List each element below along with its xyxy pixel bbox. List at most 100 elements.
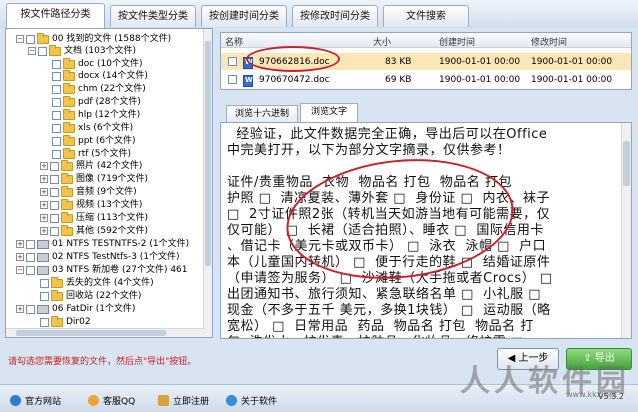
tree-checkbox[interactable] — [52, 71, 61, 81]
tree-node[interactable]: +01 NTFS TESTNTFS-2 (1个文件) — [16, 238, 189, 250]
folder-icon — [49, 44, 61, 56]
tree-node[interactable]: + 音频 (9个文件) — [40, 185, 137, 198]
customer-qq-link[interactable]: 客服QQ — [88, 394, 135, 407]
tree-node[interactable]: hlp (12个文件) — [52, 108, 140, 121]
tree-checkbox[interactable] — [52, 123, 61, 133]
tree-checkbox[interactable] — [52, 110, 61, 120]
tree-checkbox[interactable] — [40, 278, 49, 288]
tree-node-label: 照片 (42个文件) — [76, 161, 143, 171]
tree-checkbox[interactable] — [38, 46, 47, 56]
file-checkbox[interactable] — [228, 75, 237, 84]
expand-icon[interactable]: + — [16, 240, 24, 248]
tree-checkbox[interactable] — [40, 291, 49, 301]
tab-preview-text[interactable]: 浏览文字 — [300, 103, 358, 122]
tree-checkbox[interactable] — [40, 317, 49, 327]
tree-node[interactable]: +02 NTFS TestNtfs-3 (1个文件) — [16, 251, 180, 263]
tree-checkbox[interactable] — [50, 187, 59, 197]
tree-node-label: 00 找到的文件 (1588个文件) — [52, 34, 172, 44]
scrollbar-thumb[interactable] — [623, 141, 630, 186]
about-link[interactable]: 关于软件 — [226, 394, 277, 407]
tree-checkbox[interactable] — [26, 252, 35, 262]
column-modified[interactable]: 修改时间 — [531, 35, 567, 48]
tree-checkbox[interactable] — [26, 304, 35, 314]
tree-node[interactable]: +06 FatDir (1个文件) — [16, 303, 135, 315]
tree-checkbox[interactable] — [50, 174, 59, 184]
tab-preview-hex[interactable]: 浏览十六进制 — [226, 105, 298, 122]
collapse-icon[interactable]: − — [16, 35, 24, 43]
folder-icon — [51, 315, 63, 327]
tree-checkbox[interactable] — [50, 200, 59, 210]
tab-by-created-time[interactable]: 按创建时间分类 — [201, 5, 287, 27]
tree-node[interactable]: + 图像 (719个文件) — [40, 172, 149, 185]
file-modified: 1900-01-01 00:00 — [531, 75, 613, 85]
tree-node-label: 06 FatDir (1个文件) — [52, 304, 136, 314]
tree-checkbox[interactable] — [50, 161, 59, 171]
tree-checkbox[interactable] — [26, 239, 35, 249]
expand-icon[interactable]: + — [40, 214, 48, 222]
tree-checkbox[interactable] — [26, 34, 35, 44]
tree-node[interactable]: rtf (5个文件) — [52, 147, 131, 160]
scrollbar-thumb[interactable] — [16, 330, 166, 336]
expand-icon[interactable]: + — [40, 175, 48, 183]
tree-checkbox[interactable] — [50, 213, 59, 223]
tree-node[interactable]: doc (10个文件) — [52, 57, 143, 70]
tree-node[interactable]: xls (6个文件) — [52, 121, 133, 134]
tree-vertical-scrollbar[interactable] — [203, 29, 212, 337]
folder-icon — [61, 172, 73, 184]
word-doc-icon — [243, 75, 253, 87]
tree-node[interactable]: − 文档 (103个文件) — [28, 44, 136, 57]
tree-node[interactable]: − 03 NTFS 新加卷 (27个文件) 461 — [16, 264, 188, 276]
tree-node[interactable]: Dir02 — [40, 315, 91, 328]
tree-checkbox[interactable] — [52, 84, 61, 94]
file-name: 970670472.doc — [259, 75, 330, 85]
tree-node[interactable]: pdf (28个文件) — [52, 95, 141, 108]
tree-checkbox[interactable] — [52, 136, 61, 146]
tree-node[interactable]: chm (22个文件) — [52, 82, 146, 95]
register-link[interactable]: 立即注册 — [158, 394, 209, 407]
folder-icon — [51, 276, 63, 288]
tab-file-search[interactable]: 文件搜索 — [383, 5, 469, 27]
tree-checkbox[interactable] — [52, 59, 61, 69]
tab-by-path[interactable]: 按文件路径分类 — [6, 3, 105, 28]
tree-horizontal-scrollbar[interactable] — [6, 328, 205, 337]
file-checkbox[interactable] — [228, 57, 237, 66]
scrollbar-thumb[interactable] — [205, 41, 211, 266]
tree-node[interactable]: + 照片 (42个文件) — [40, 159, 143, 172]
official-site-link[interactable]: 官方网站 — [10, 394, 61, 407]
tree-checkbox[interactable] — [50, 226, 59, 236]
tree-node[interactable]: + 视频 (13个文件) — [40, 198, 142, 211]
tree-node[interactable]: + 压缩 (113个文件) — [40, 211, 148, 224]
tree-node[interactable]: docx (14个文件) — [52, 69, 148, 82]
expand-icon[interactable]: + — [40, 227, 48, 235]
collapse-icon[interactable]: − — [16, 266, 24, 274]
expand-icon[interactable]: + — [16, 305, 24, 313]
preview-scrollbar[interactable] — [621, 123, 631, 338]
expand-icon[interactable]: + — [40, 188, 48, 196]
tree-node[interactable]: + 其他 (592个文件) — [40, 224, 149, 237]
tree-checkbox[interactable] — [52, 97, 61, 107]
column-size[interactable]: 大小 — [373, 35, 391, 48]
expand-icon[interactable]: + — [40, 201, 48, 209]
file-row[interactable]: 970670472.doc 69 KB 1900-01-01 00:00 190… — [221, 71, 631, 88]
column-name[interactable]: 名称 — [225, 35, 243, 48]
tree-node-label: 其他 (592个文件) — [76, 226, 149, 236]
tree-node-label: doc (10个文件) — [78, 59, 143, 69]
expand-icon[interactable]: + — [40, 162, 48, 170]
column-created[interactable]: 创建时间 — [439, 35, 475, 48]
folder-icon — [61, 159, 73, 171]
tree-node[interactable]: 丢失的文件 (4个文件) — [40, 276, 154, 289]
preview-line: 宽松） □ 日常用品 药品 物品名 打包 物品名 打 — [227, 319, 534, 334]
tree-checkbox[interactable] — [52, 149, 61, 159]
about-label: 关于软件 — [241, 397, 278, 407]
collapse-icon[interactable]: − — [28, 47, 36, 55]
folder-icon — [61, 224, 73, 236]
tree-node-label: 图像 (719个文件) — [76, 174, 149, 184]
tree-checkbox[interactable] — [26, 265, 35, 275]
tree-node[interactable]: − 00 找到的文件 (1588个文件) — [16, 32, 172, 45]
tab-by-modified-time[interactable]: 按修改时间分类 — [292, 5, 378, 27]
expand-icon[interactable]: + — [16, 253, 24, 261]
folder-icon — [63, 134, 75, 146]
tab-by-type[interactable]: 按文件类型分类 — [110, 5, 196, 27]
tree-node[interactable]: ppt (6个文件) — [52, 134, 136, 147]
tree-node[interactable]: 回收站 (22个文件) — [40, 289, 141, 302]
